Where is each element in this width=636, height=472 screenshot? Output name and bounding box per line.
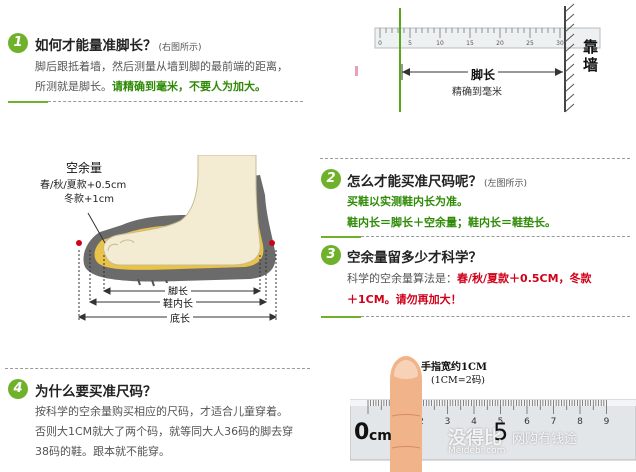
sole-length-dim-label: 底长 — [167, 310, 193, 325]
inner-length-dim-label: 鞋内长 — [160, 295, 196, 310]
step-1-line-2: 所测就是脚长。请精确到毫米，不要人为加大。 — [35, 77, 266, 97]
step-1-line-2-plain: 所测就是脚长。 — [35, 80, 112, 93]
wall-ruler-tick-label: 5 — [408, 40, 412, 47]
step-1-title-note: (右图所示) — [158, 43, 202, 53]
step-1-underline — [8, 101, 48, 103]
allowance-winter: 冬款+1cm — [64, 194, 114, 205]
finger-ruler-tick-label: 6 — [524, 417, 530, 427]
step-4-line-3: 38码的鞋。跟本就不能穿。 — [35, 445, 170, 458]
wall-ruler-tick-label: 20 — [496, 40, 504, 47]
finger-ruler-tick-label: 7 — [551, 417, 557, 427]
step-2-underline — [321, 236, 361, 238]
step-3-badge: 3 — [321, 245, 341, 265]
step-1-badge: 1 — [8, 33, 28, 53]
finger-ruler-tick-label: 8 — [577, 417, 583, 427]
allowance-spring: 春/秋/夏款+0.5cm — [40, 180, 127, 191]
step-2-title: 怎么才能买准尺码呢？ (左图所示) — [347, 170, 527, 190]
watermark-url: Meidebi.com — [448, 446, 506, 456]
step-3-line-1-red: 春/秋/夏款＋0.5CM，冬款 — [457, 272, 592, 285]
foot-length-label: 脚长 — [468, 66, 499, 83]
step-1-title: 如何才能量准脚长？ (右图所示) — [35, 34, 202, 54]
step-1-divider — [48, 101, 303, 102]
step-4-top-divider — [5, 368, 310, 369]
wall-ruler-tick-label: 25 — [526, 40, 534, 47]
step-3-underline — [321, 316, 361, 318]
step-1-line-2-green: 请精确到毫米，不要人为加大。 — [112, 80, 266, 93]
precision-label: 精确到毫米 — [452, 87, 502, 98]
step-4-title: 为什么要买准尺码？ — [35, 384, 157, 400]
step-2-title-note: (左图所示) — [484, 179, 528, 189]
step-4-line-1: 按科学的空余量购买相应的尺码，才适合儿童穿着。 — [35, 405, 288, 418]
wall-ruler-tick-label: 0 — [378, 40, 382, 47]
ruler-big-zero: 0 — [354, 420, 370, 445]
step-1-title-text: 如何才能量准脚长？ — [35, 38, 157, 54]
step-2-title-text: 怎么才能买准尺码呢？ — [347, 174, 482, 190]
wall-ruler-tick-label: 15 — [466, 40, 474, 47]
step-3-divider — [361, 316, 630, 317]
step-3-title: 空余量留多少才科学？ — [347, 250, 482, 266]
step-2-divider — [361, 236, 630, 237]
step-2-badge: 2 — [321, 169, 341, 189]
wall-ruler-tick-label: 30 — [556, 40, 564, 47]
step-3-line-1-plain: 科学的空余量算法是： — [347, 272, 457, 285]
wall-hatching — [564, 3, 575, 113]
ruler-big-cm: cm — [369, 428, 392, 444]
finger-ruler-tick-label: 9 — [604, 417, 610, 427]
step-4-line-2: 否则大1CM就大了两个码，就等同大人36码的脚去穿 — [35, 425, 294, 438]
step-1-line-1: 脚后跟抵着墙，然后测量从墙到脚的最前端的距离， — [35, 60, 288, 73]
watermark-slogan: 网购有钱途 — [512, 432, 578, 447]
step-2-line-2: 鞋内长＝脚长＋空余量；鞋内长＝鞋垫长。 — [347, 216, 556, 229]
step-3-line-1: 科学的空余量算法是：春/秋/夏款＋0.5CM，冬款 — [347, 269, 592, 289]
allowance-title: 空余量 — [66, 161, 103, 175]
wall-ruler-tick-label: 10 — [436, 40, 444, 47]
step-3-line-2: ＋1CM。请勿再加大！ — [347, 293, 462, 306]
wall-label: 靠墙 — [583, 38, 599, 74]
step-2-line-1: 买鞋以实测鞋内长为准。 — [347, 195, 468, 208]
step-4-badge: 4 — [8, 379, 28, 399]
step-2-top-divider — [320, 158, 630, 159]
